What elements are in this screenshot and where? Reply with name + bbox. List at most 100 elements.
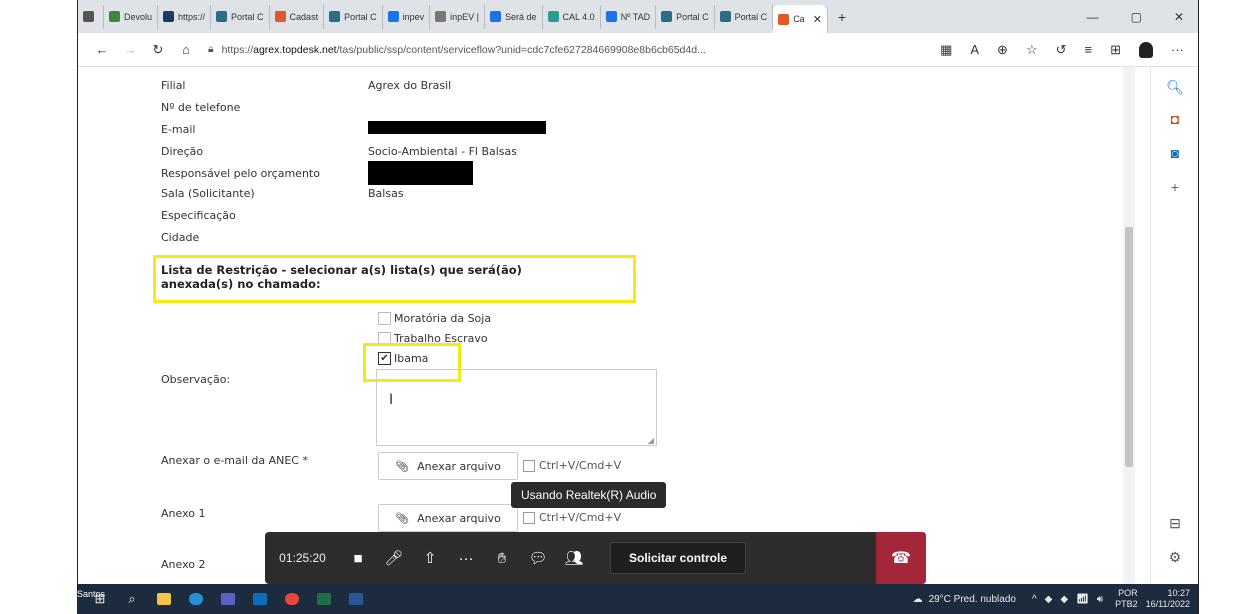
add-sidebar-icon[interactable]: + [1151, 179, 1198, 195]
split-screen-icon[interactable]: ⊟ [1151, 515, 1198, 532]
phone-hangup-icon: ☎︎ [891, 550, 911, 567]
microphone-icon[interactable]: 🎤︎ [376, 549, 412, 567]
volume-icon[interactable]: 🔊︎ [1097, 594, 1103, 605]
more-icon[interactable]: ··· [1171, 42, 1184, 58]
tray-app-icon[interactable]: ◆ [1060, 594, 1068, 605]
close-window-button[interactable]: ✕ [1174, 10, 1184, 24]
search-taskbar-icon[interactable]: ⌕ [116, 584, 148, 614]
request-control-button[interactable]: Solicitar controle [610, 542, 747, 574]
tab-label: inpev [402, 11, 425, 22]
tab-label: Devolu [124, 11, 153, 22]
weather-widget[interactable]: ☁︎ 29°C Pred. nublado [913, 594, 1016, 605]
attach-label: Anexar arquivo [417, 459, 501, 473]
read-aloud-icon[interactable]: A [970, 42, 979, 58]
observacao-textarea[interactable]: I ◢ [376, 369, 657, 446]
tab-label: CAL 4.0 [562, 11, 595, 22]
refresh-icon[interactable]: ↻ [144, 42, 172, 58]
system-clock[interactable]: 10:27 16/11/2022 [1146, 588, 1190, 610]
section-title: Lista de Restrição - selecionar a(s) lis… [161, 263, 522, 291]
attach-file-button[interactable]: 📎︎ Anexar arquivo [378, 452, 518, 480]
clock-date: 16/11/2022 [1145, 599, 1190, 609]
tab-favicon [163, 11, 175, 22]
system-tray: ^ ◆ ◆ 📶︎ 🔊︎ [1032, 594, 1103, 605]
zoom-icon[interactable]: ⊕ [997, 42, 1008, 58]
favorites-list-icon[interactable]: ≡ [1085, 42, 1093, 58]
language-indicator[interactable]: POR PTB2 [1115, 588, 1138, 610]
paste-hint-text: Ctrl+V/Cmd+V [539, 459, 622, 472]
form-page: Filial Agrex do Brasil Nº de telefone E-… [78, 67, 1133, 584]
browser-window: Devolu https:// Portal C Cadast Portal C… [77, 0, 1199, 614]
tray-app-icon[interactable]: ◆ [1045, 594, 1053, 605]
office-icon[interactable]: ◘ [1151, 111, 1198, 127]
tab-label: Cadast [289, 11, 319, 22]
attach-file-button[interactable]: 📎︎ Anexar arquivo [378, 504, 518, 532]
forward-icon[interactable]: → [116, 42, 144, 57]
page-scrollbar[interactable] [1123, 67, 1135, 584]
chrome-icon[interactable] [276, 584, 308, 614]
scrollbar-thumb[interactable] [1125, 227, 1133, 467]
hang-up-button[interactable]: ☎︎ [876, 532, 926, 584]
checkbox-box[interactable] [378, 312, 391, 325]
file-explorer-icon[interactable] [148, 584, 180, 614]
word-icon[interactable] [340, 584, 372, 614]
lock-icon: 🔒︎ [208, 43, 214, 55]
outlook-taskbar-icon[interactable] [244, 584, 276, 614]
close-tab-icon[interactable]: ✕ [813, 13, 822, 26]
home-icon[interactable]: ⌂ [172, 42, 200, 57]
maximize-button[interactable]: ▢ [1131, 10, 1142, 24]
tab-8[interactable]: Será de [485, 4, 543, 29]
favorite-icon[interactable]: ☆ [1026, 42, 1038, 58]
camera-icon[interactable]: ■ [340, 550, 376, 567]
lang-primary: POR [1118, 588, 1138, 598]
tab-6[interactable]: inpev [383, 4, 431, 29]
url-prefix: https:// [221, 43, 254, 56]
tab-4[interactable]: Cadast [270, 4, 325, 29]
edge-icon[interactable] [180, 584, 212, 614]
tab-9[interactable]: CAL 4.0 [543, 4, 601, 29]
profile-avatar[interactable] [1139, 41, 1153, 58]
tab-11[interactable]: Portal C [656, 4, 715, 29]
excel-icon[interactable] [308, 584, 340, 614]
more-options-icon[interactable]: ··· [448, 550, 484, 567]
image-icon [523, 459, 535, 472]
tab-label: Ca [793, 14, 805, 24]
tab-5[interactable]: Portal C [324, 4, 383, 29]
field-label: Especificação [161, 209, 236, 222]
call-control-bar: 01:25:20 ■ 🎤︎ ⇧ ··· ✋︎ 💬︎ 👥︎ Solicitar c… [265, 532, 926, 584]
minimize-button[interactable]: — [1087, 10, 1099, 24]
settings-icon[interactable]: ⚙︎ [1151, 549, 1198, 566]
share-screen-icon[interactable]: ⇧ [412, 549, 448, 567]
collections-icon[interactable]: ⊞ [1110, 42, 1121, 58]
tab-1[interactable]: Devolu [104, 4, 159, 29]
tab-10[interactable]: Nº TAD [601, 4, 657, 29]
back-icon[interactable]: ← [88, 42, 116, 57]
tab-active[interactable]: Ca ✕ [773, 5, 828, 33]
participants-icon[interactable]: 👥︎ [556, 549, 592, 567]
resize-handle-icon[interactable]: ◢ [648, 436, 654, 445]
user-label: Santos [77, 589, 106, 599]
tab-favicon [719, 11, 731, 22]
new-tab-button[interactable]: + [838, 9, 846, 25]
raise-hand-icon[interactable]: ✋︎ [484, 550, 520, 567]
chevron-up-icon[interactable]: ^ [1032, 594, 1037, 605]
tab-favicon [329, 11, 341, 22]
outlook-icon[interactable]: ◙ [1151, 145, 1198, 161]
reader-icon[interactable]: ▦ [940, 42, 952, 58]
text-cursor-icon: I [389, 392, 394, 408]
checkbox-label: Moratória da Soja [394, 312, 492, 325]
checkbox-moratoria[interactable]: Moratória da Soja [378, 312, 491, 325]
tab-3[interactable]: Portal C [211, 4, 270, 29]
address-bar[interactable]: 🔒︎ https://agrex.topdesk.net/tas/public/… [208, 43, 768, 56]
search-icon[interactable]: 🔍︎ [1151, 79, 1198, 96]
refresh-extension-icon[interactable]: ↺ [1056, 42, 1067, 58]
tab-2[interactable]: https:// [158, 4, 212, 29]
tab-7[interactable]: inpEV | [430, 4, 485, 29]
chat-icon[interactable]: 💬︎ [520, 549, 556, 567]
field-label: Filial [161, 79, 186, 92]
field-value: Agrex do Brasil [368, 79, 452, 92]
tab-0[interactable] [78, 4, 104, 29]
tab-label: Portal C [676, 11, 709, 22]
tab-12[interactable]: Portal C [715, 4, 774, 29]
network-icon[interactable]: 📶︎ [1076, 594, 1089, 605]
teams-icon[interactable] [212, 584, 244, 614]
